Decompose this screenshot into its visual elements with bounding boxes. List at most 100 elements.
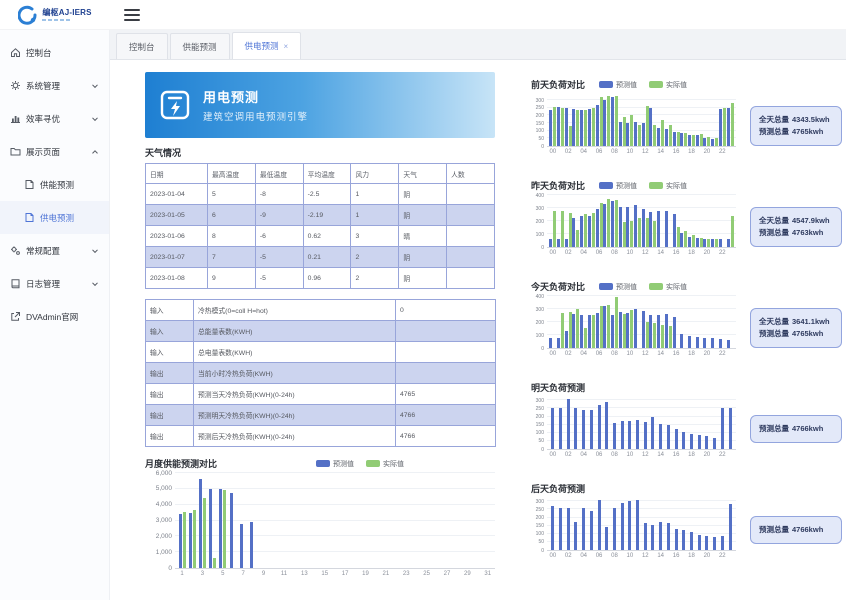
sidebar-item-cogs-4[interactable]: 常规配置 xyxy=(0,234,109,267)
y-tick-label: 200 xyxy=(536,320,544,326)
bar-group xyxy=(320,474,330,568)
bar xyxy=(588,109,591,146)
bar xyxy=(644,523,647,550)
sidebar-subitem-1[interactable]: 供电预测 xyxy=(0,201,109,234)
legend-label: 实际值 xyxy=(666,80,687,90)
bar xyxy=(611,97,614,146)
x-tick-label: 14 xyxy=(657,248,665,258)
bar xyxy=(179,514,182,568)
weather-section-title: 天气情况 xyxy=(145,146,495,159)
weather-cell: 5 xyxy=(208,184,256,205)
bar xyxy=(588,315,591,348)
x-tick-label xyxy=(726,450,734,460)
bar xyxy=(596,313,599,348)
summary-label: 全天总量 xyxy=(759,216,789,225)
x-tick-label xyxy=(618,349,626,359)
x-tick-label: 06 xyxy=(595,349,603,359)
hamburger-menu-icon[interactable] xyxy=(124,9,140,21)
bar-group xyxy=(371,474,381,568)
bar-group xyxy=(703,196,711,247)
io-row: 输入总电量表数(KWH) xyxy=(146,342,496,363)
x-tick-label xyxy=(557,248,565,258)
bar xyxy=(240,524,243,568)
tab-2[interactable]: 供电预测× xyxy=(232,32,302,59)
x-tick-label: 00 xyxy=(549,349,557,359)
legend-label: 实际值 xyxy=(383,459,404,469)
sidebar-item-book-5[interactable]: 日志管理 xyxy=(0,267,109,300)
io-cell: 总能量表数(KWH) xyxy=(194,321,396,342)
x-tick-label: 10 xyxy=(626,147,634,157)
weather-row: 2023-01-089-50.962阴 xyxy=(146,268,495,289)
sidebar-item-external-link-6[interactable]: DVAdmin官网 xyxy=(0,300,109,333)
bar-group xyxy=(549,499,557,550)
bar-group xyxy=(557,499,565,550)
x-tick-label: 5 xyxy=(218,569,228,579)
bar-group xyxy=(572,398,580,449)
y-tick-label: 50 xyxy=(538,136,544,142)
bar xyxy=(549,110,552,146)
io-cell: 预测当天冷热负荷(KWH)(0-24h) xyxy=(194,384,396,405)
bar-group xyxy=(580,398,588,449)
x-axis-labels: 000204060810121416182022 xyxy=(547,349,736,359)
bar-group xyxy=(688,499,696,550)
x-tick-label: 16 xyxy=(672,349,680,359)
y-tick-label: 0 xyxy=(541,447,544,453)
weather-cell: 1 xyxy=(351,184,399,205)
x-tick-label: 22 xyxy=(718,450,726,460)
bar xyxy=(705,436,708,449)
bar-group xyxy=(641,196,649,247)
x-tick-label xyxy=(557,349,565,359)
x-tick-label xyxy=(269,569,279,579)
sidebar-item-chart-2[interactable]: 效率寻优 xyxy=(0,102,109,135)
bar-group xyxy=(391,474,401,568)
io-row: 输出预测当天冷热负荷(KWH)(0-24h)4765 xyxy=(146,384,496,405)
bar xyxy=(696,337,699,348)
io-cell xyxy=(396,342,496,363)
tab-close-icon[interactable]: × xyxy=(284,42,289,51)
sidebar-item-folder-3[interactable]: 展示页面 xyxy=(0,135,109,168)
mingtian-section: 明天负荷预测0501001502002503000002040608101214… xyxy=(531,381,846,460)
bar-group xyxy=(595,297,603,348)
sidebar-item-gear-1[interactable]: 系统管理 xyxy=(0,69,109,102)
io-row: 输入冷热模式(0=coll H=hot)0 xyxy=(146,300,496,321)
mingtian-head: 明天负荷预测 xyxy=(531,381,846,394)
x-axis-labels: 000204060810121416182022 xyxy=(547,147,736,157)
x-tick-label xyxy=(452,569,462,579)
y-tick-label: 50 xyxy=(538,539,544,545)
x-tick-label: 04 xyxy=(580,450,588,460)
legend-swatch xyxy=(316,460,330,467)
legend-label: 预测值 xyxy=(616,282,637,292)
bar-group xyxy=(549,398,557,449)
bar xyxy=(574,408,577,449)
x-tick-label: 12 xyxy=(641,450,649,460)
x-tick-label xyxy=(603,450,611,460)
bar xyxy=(590,511,593,550)
x-tick-label: 21 xyxy=(381,569,391,579)
bar-group xyxy=(611,297,619,348)
x-axis-labels: 000204060810121416182022 xyxy=(547,248,736,258)
x-tick-label: 02 xyxy=(564,349,572,359)
tab-1[interactable]: 供能预测 xyxy=(170,33,230,59)
bar-group xyxy=(726,196,734,247)
tab-0[interactable]: 控制台 xyxy=(116,33,168,59)
bar xyxy=(183,512,186,568)
bar xyxy=(659,424,662,449)
bar-group xyxy=(611,398,619,449)
x-tick-label xyxy=(665,248,673,258)
weather-cell xyxy=(447,268,495,289)
bar-group xyxy=(641,297,649,348)
sidebar-item-home-0[interactable]: 控制台 xyxy=(0,36,109,69)
bar-group xyxy=(641,398,649,449)
bar xyxy=(611,315,614,348)
bar-group xyxy=(680,398,688,449)
bar-group xyxy=(564,95,572,146)
y-tick-label: 0 xyxy=(168,565,172,572)
legend-item: 实际值 xyxy=(649,80,687,90)
x-tick-label: 18 xyxy=(688,450,696,460)
x-tick-label: 12 xyxy=(641,551,649,561)
x-tick-label xyxy=(649,248,657,258)
x-tick-label xyxy=(572,248,580,258)
io-cell: 冷热模式(0=coll H=hot) xyxy=(194,300,396,321)
x-tick-label: 1 xyxy=(177,569,187,579)
sidebar-subitem-0[interactable]: 供能预测 xyxy=(0,168,109,201)
